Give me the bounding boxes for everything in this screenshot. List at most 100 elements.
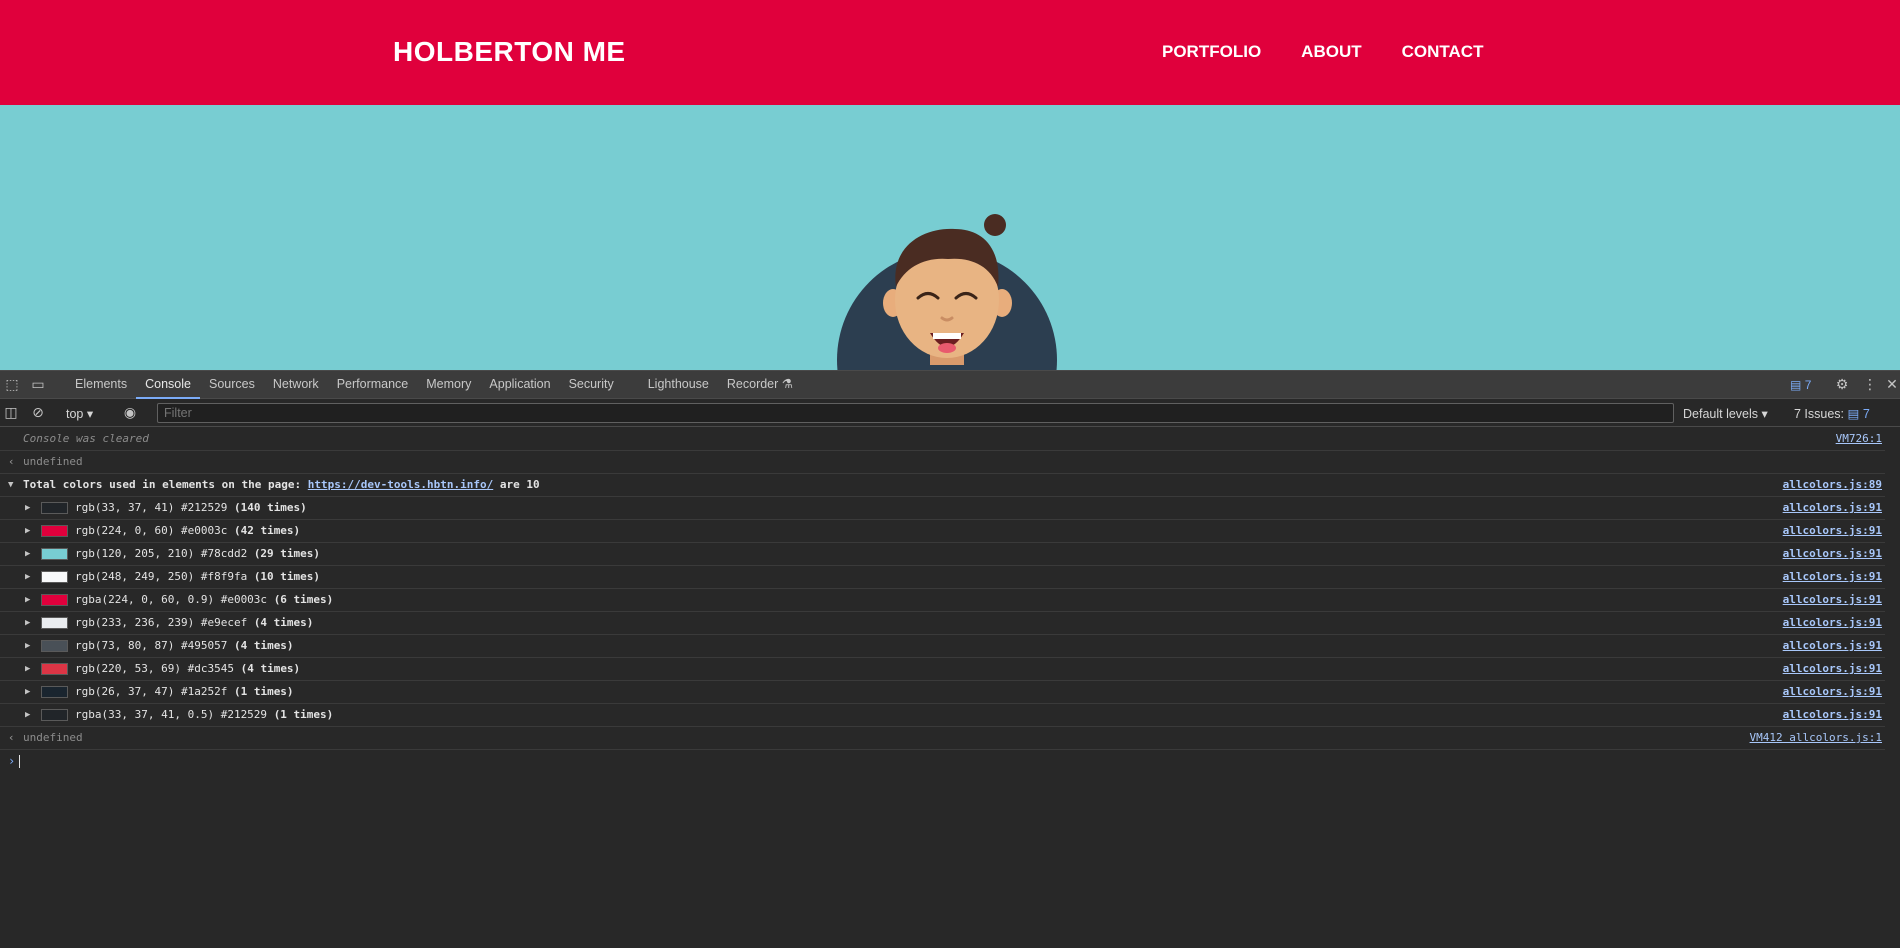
- triangle-right-icon[interactable]: ▶: [25, 566, 30, 588]
- color-code: rgb(26, 37, 47) #1a252f: [75, 685, 228, 698]
- triangle-down-icon[interactable]: ▼: [8, 474, 13, 496]
- source-link[interactable]: allcolors.js:91: [1783, 566, 1882, 588]
- color-count: (1 times): [233, 685, 294, 698]
- tab-memory[interactable]: Memory: [417, 371, 480, 399]
- devtools-panel: ⬚ ▭ Elements Console Sources Network Per…: [0, 370, 1900, 948]
- color-row[interactable]: ▶ rgb(233, 236, 239) #e9ecef (4 times) all…: [0, 612, 1885, 635]
- color-swatch[interactable]: [41, 571, 68, 583]
- color-value: rgb(33, 37, 41) #212529 (140 times): [75, 497, 307, 519]
- tab-performance[interactable]: Performance: [328, 371, 418, 399]
- color-row[interactable]: ▶ rgb(73, 80, 87) #495057 (4 times) allcol…: [0, 635, 1885, 658]
- color-value: rgba(33, 37, 41, 0.5) #212529 (1 times): [75, 704, 333, 726]
- source-link[interactable]: allcolors.js:91: [1783, 658, 1882, 680]
- tab-console[interactable]: Console: [136, 371, 200, 399]
- color-count: (4 times): [253, 616, 314, 629]
- color-row[interactable]: ▶ rgb(224, 0, 60) #e0003c (42 times) allco…: [0, 520, 1885, 543]
- more-options-icon[interactable]: ⋮: [1862, 377, 1878, 393]
- clear-console-icon[interactable]: ⊘: [30, 405, 46, 421]
- tab-security[interactable]: Security: [560, 371, 623, 399]
- source-link[interactable]: allcolors.js:91: [1783, 635, 1882, 657]
- color-code: rgba(33, 37, 41, 0.5) #212529: [75, 708, 268, 721]
- color-row[interactable]: ▶ rgb(33, 37, 41) #212529 (140 times) allc…: [0, 497, 1885, 520]
- source-link[interactable]: allcolors.js:91: [1783, 704, 1882, 726]
- color-row[interactable]: ▶ rgb(248, 249, 250) #f8f9fa (10 times) al…: [0, 566, 1885, 589]
- color-row[interactable]: ▶ rgb(120, 205, 210) #78cdd2 (29 times) al…: [0, 543, 1885, 566]
- tab-sources[interactable]: Sources: [200, 371, 264, 399]
- color-code: rgb(120, 205, 210) #78cdd2: [75, 547, 248, 560]
- source-link[interactable]: allcolors.js:91: [1783, 612, 1882, 634]
- source-link[interactable]: allcolors.js:89: [1783, 474, 1882, 496]
- color-swatch[interactable]: [41, 594, 68, 606]
- color-row[interactable]: ▶ rgba(224, 0, 60, 0.9) #e0003c (6 times)…: [0, 589, 1885, 612]
- inspect-element-icon[interactable]: ⬚: [4, 377, 20, 393]
- source-link[interactable]: VM412 allcolors.js:1: [1750, 727, 1882, 749]
- device-toolbar-icon[interactable]: ▭: [30, 377, 46, 393]
- color-swatch[interactable]: [41, 686, 68, 698]
- source-link[interactable]: VM726:1: [1836, 428, 1882, 450]
- triangle-right-icon[interactable]: ▶: [25, 612, 30, 634]
- log-levels-dropdown[interactable]: Default levels ▾: [1683, 406, 1768, 421]
- settings-gear-icon[interactable]: ⚙: [1834, 377, 1850, 393]
- triangle-right-icon[interactable]: ▶: [25, 543, 30, 565]
- summary-url-link[interactable]: https://dev-tools.hbtn.info/: [308, 478, 493, 491]
- hero-section: [0, 105, 1900, 370]
- color-swatch[interactable]: [41, 525, 68, 537]
- triangle-right-icon[interactable]: ▶: [25, 704, 30, 726]
- nav-portfolio[interactable]: PORTFOLIO: [1162, 42, 1261, 62]
- color-row[interactable]: ▶ rgb(26, 37, 47) #1a252f (1 times) allcol…: [0, 681, 1885, 704]
- source-link[interactable]: allcolors.js:91: [1783, 681, 1882, 703]
- triangle-right-icon[interactable]: ▶: [25, 681, 30, 703]
- color-row[interactable]: ▶ rgb(220, 53, 69) #dc3545 (4 times) allco…: [0, 658, 1885, 681]
- triangle-right-icon[interactable]: ▶: [25, 520, 30, 542]
- sidebar-toggle-icon[interactable]: ◫: [3, 405, 19, 421]
- tab-elements[interactable]: Elements: [66, 371, 136, 399]
- color-swatch[interactable]: [41, 548, 68, 560]
- color-swatch[interactable]: [41, 663, 68, 675]
- color-value: rgb(233, 236, 239) #e9ecef (4 times): [75, 612, 313, 634]
- tab-application[interactable]: Application: [480, 371, 559, 399]
- color-swatch[interactable]: [41, 502, 68, 514]
- summary-prefix: Total colors used in elements on the pag…: [23, 478, 302, 491]
- site-header: HOLBERTON ME PORTFOLIO ABOUT CONTACT: [0, 0, 1900, 105]
- eye-icon[interactable]: ◉: [122, 405, 138, 421]
- color-swatch[interactable]: [41, 640, 68, 652]
- triangle-right-icon[interactable]: ▶: [25, 635, 30, 657]
- message-icon: ▤: [1847, 407, 1860, 421]
- color-swatch[interactable]: [41, 709, 68, 721]
- nav-contact[interactable]: CONTACT: [1402, 42, 1484, 62]
- source-link[interactable]: allcolors.js:91: [1783, 589, 1882, 611]
- nav-about[interactable]: ABOUT: [1301, 42, 1361, 62]
- color-count: (1 times): [273, 708, 334, 721]
- color-swatch[interactable]: [41, 617, 68, 629]
- source-link[interactable]: allcolors.js:91: [1783, 497, 1882, 519]
- source-link[interactable]: allcolors.js:91: [1783, 543, 1882, 565]
- console-group-header[interactable]: ▼ Total colors used in elements on the p…: [0, 474, 1885, 497]
- color-count: (140 times): [233, 501, 307, 514]
- color-value: rgb(26, 37, 47) #1a252f (1 times): [75, 681, 294, 703]
- context-select[interactable]: top ▾: [66, 406, 93, 421]
- triangle-right-icon[interactable]: ▶: [25, 589, 30, 611]
- site-brand[interactable]: HOLBERTON ME: [393, 36, 626, 68]
- console-prompt-line[interactable]: ›: [0, 750, 1885, 773]
- close-icon[interactable]: ✕: [1884, 377, 1900, 393]
- tab-lighthouse[interactable]: Lighthouse: [639, 371, 718, 399]
- color-row[interactable]: ▶ rgba(33, 37, 41, 0.5) #212529 (1 times)…: [0, 704, 1885, 727]
- color-count: (42 times): [233, 524, 301, 537]
- color-code: rgb(33, 37, 41) #212529: [75, 501, 228, 514]
- return-value: undefined: [23, 455, 83, 468]
- tab-recorder-label: Recorder: [726, 377, 779, 391]
- tab-recorder[interactable]: Recorder ⚗: [718, 371, 802, 399]
- color-code: rgb(224, 0, 60) #e0003c: [75, 524, 228, 537]
- avatar-illustration: [837, 214, 1057, 370]
- issues-badge[interactable]: ▤ 7: [1790, 378, 1811, 392]
- color-count: (4 times): [233, 639, 294, 652]
- triangle-right-icon[interactable]: ▶: [25, 497, 30, 519]
- console-cleared-text: Console was cleared: [23, 432, 149, 445]
- color-value: rgb(220, 53, 69) #dc3545 (4 times): [75, 658, 300, 680]
- source-link[interactable]: allcolors.js:91: [1783, 520, 1882, 542]
- triangle-right-icon[interactable]: ▶: [25, 658, 30, 680]
- console-filter-input[interactable]: [157, 403, 1674, 423]
- tab-network[interactable]: Network: [264, 371, 328, 399]
- color-code: rgb(248, 249, 250) #f8f9fa: [75, 570, 248, 583]
- issues-count[interactable]: 7 Issues: ▤ 7: [1794, 406, 1870, 421]
